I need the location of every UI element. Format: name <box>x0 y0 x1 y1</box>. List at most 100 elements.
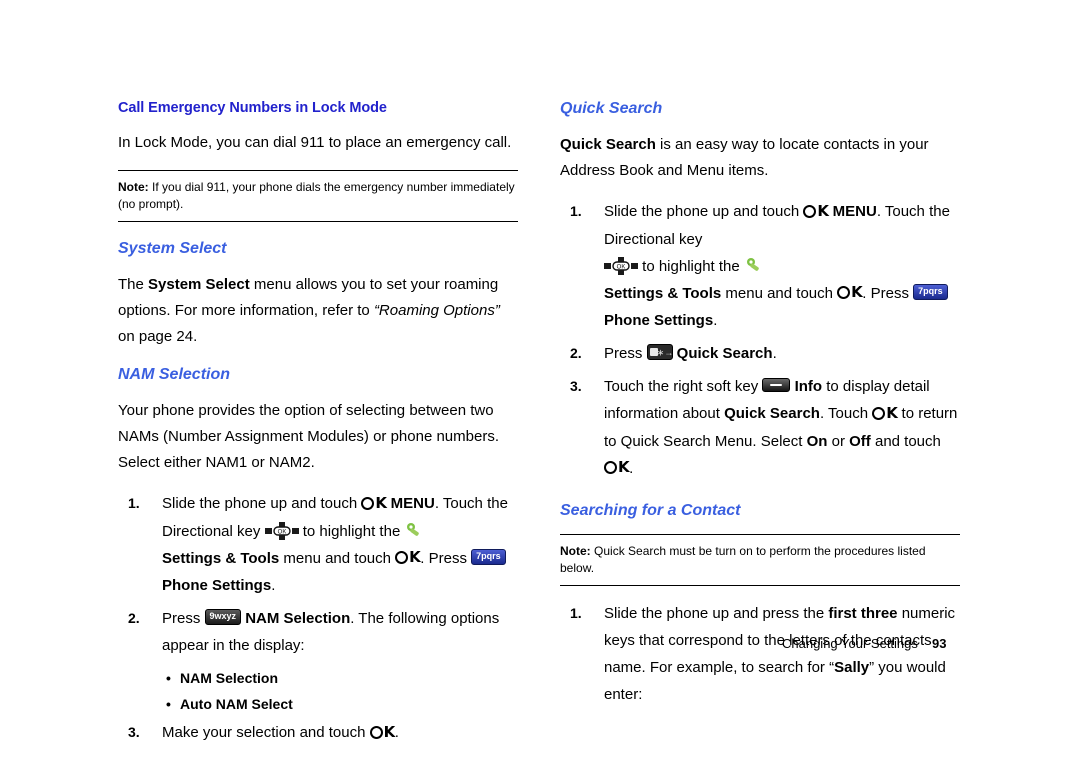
step-bold-nam: NAM Selection <box>241 610 351 628</box>
text-quick-search-bold: Quick Search <box>560 136 656 153</box>
step-item: 1. Slide the phone up and press the firs… <box>560 600 960 708</box>
step-number: 1. <box>128 495 140 511</box>
nam-options-list: NAM Selection Auto NAM Select <box>118 665 518 717</box>
directional-key-icon: OK <box>604 256 638 275</box>
divider-bottom-right <box>560 585 960 587</box>
step-bold-qs: Quick Search <box>724 405 820 423</box>
step-text-4: menu and touch <box>721 284 838 302</box>
step-text-6: . <box>271 577 276 595</box>
soft-key-icon <box>762 378 791 393</box>
paragraph-system-select: The System Select menu allows you to set… <box>118 272 518 350</box>
steps-searching-contact: 1. Slide the phone up and press the firs… <box>560 600 960 708</box>
note-text: Quick Search must be turn on to perform … <box>560 544 926 576</box>
step-text: Press <box>162 610 205 628</box>
text-a: The <box>118 276 149 293</box>
step-item: 2. Press 9wxyz NAM Selection. The follow… <box>118 605 518 659</box>
step-bold-sally: Sally <box>834 659 870 677</box>
step-text-5: or <box>827 432 850 450</box>
step-bold-menu: MENU <box>828 203 877 220</box>
list-item: Auto NAM Select <box>118 691 518 717</box>
step-bold-menu: MENU <box>386 495 435 512</box>
text-d: “Roaming Options” <box>373 302 500 319</box>
step-text-2: . <box>394 724 399 742</box>
right-column: Quick Search Quick Search is an easy way… <box>560 100 960 714</box>
steps-nam-selection-cont: 3. Make your selection and touch K. <box>118 719 518 747</box>
paragraph-quick-search: Quick Search is an easy way to locate co… <box>560 132 960 184</box>
heading-nam-selection: NAM Selection <box>118 366 231 383</box>
steps-quick-search: 1. Slide the phone up and touch K MENU . … <box>560 198 960 482</box>
ok-key-icon-2: K <box>837 279 863 306</box>
note-label: Note: <box>118 180 149 194</box>
step-text: Slide the phone up and touch <box>604 203 804 220</box>
ok-key-icon: K <box>361 490 387 517</box>
step-number: 3. <box>128 724 140 741</box>
note-label: Note: <box>560 544 591 559</box>
seven-pqrs-key-icon: 7pqrs <box>913 283 948 300</box>
step-text-6: and touch <box>870 432 941 450</box>
step-bold-on: On <box>806 432 828 450</box>
heading-system-select: System Select <box>118 240 227 257</box>
manual-page: Call Emergency Numbers in Lock Mode In L… <box>0 0 1080 771</box>
paragraph-lock-mode: In Lock Mode, you can dial 911 to place … <box>118 134 512 151</box>
ok-key-icon: K <box>803 198 829 225</box>
settings-tools-icon <box>746 257 759 271</box>
step-text-2: . <box>772 345 777 363</box>
star-key-icon: ∗→ <box>646 344 673 361</box>
step-text-5: . Press <box>420 549 472 567</box>
divider-top-right <box>560 534 960 536</box>
step-item: 2. Press ∗→ Quick Search. <box>560 340 960 367</box>
step-text-7: . <box>629 459 634 477</box>
footer-page-number: 93 <box>932 636 947 651</box>
step-bold-settings: Settings & Tools <box>604 284 722 302</box>
step-bold-settings: Settings & Tools <box>162 549 280 567</box>
heading-searching-for-a-contact: Searching for a Contact <box>560 502 741 520</box>
step-number: 2. <box>128 610 140 627</box>
step-bold-phone-settings: Phone Settings <box>604 312 714 330</box>
step-bold-info: Info <box>790 378 823 396</box>
divider-bottom <box>118 221 518 222</box>
svg-text:OK: OK <box>277 529 286 535</box>
note-text: If you dial 911, your phone dials the em… <box>118 180 515 211</box>
step-number: 3. <box>570 378 582 395</box>
step-text-3: to highlight the <box>298 522 405 540</box>
svg-text:OK: OK <box>617 264 626 270</box>
ok-key-icon-2: K <box>604 454 630 481</box>
step-text: Make your selection and touch <box>162 724 370 742</box>
svg-text:∗→: ∗→ <box>656 348 672 358</box>
text-e: on page 24. <box>118 328 198 345</box>
step-item: 1. Slide the phone up and touch K MENU . … <box>560 198 960 334</box>
step-text-4: menu and touch <box>279 549 396 567</box>
seven-pqrs-key-icon: 7pqrs <box>471 548 506 565</box>
steps-nam-selection: 1. Slide the phone up and touch K MENU . … <box>118 490 518 659</box>
footer-section-title: Changing Your Settings <box>782 636 918 651</box>
divider-top <box>118 170 518 171</box>
ok-key-icon-3: K <box>369 719 395 746</box>
step-text-5: . Press <box>862 284 914 302</box>
directional-key-icon: OK <box>264 521 299 540</box>
ok-key-icon-2: K <box>395 544 421 571</box>
step-text: Press <box>604 345 647 363</box>
step-number: 1. <box>570 605 582 622</box>
step-item: 1. Slide the phone up and touch K MENU . … <box>118 490 518 599</box>
paragraph-nam-selection: Your phone provides the option of select… <box>118 402 499 471</box>
step-number: 2. <box>570 345 582 362</box>
step-bold-phone-settings: Phone Settings <box>162 577 272 595</box>
step-text-3: to highlight the <box>638 257 744 275</box>
step-item: 3. Touch the right soft key Info to disp… <box>560 373 960 482</box>
ok-key-icon: K <box>872 400 898 427</box>
step-number: 1. <box>570 203 582 219</box>
nine-wxyz-key-icon: 9wxyz <box>204 609 242 626</box>
note-quick-search: Note: Quick Search must be turn on to pe… <box>560 543 960 577</box>
step-text: Touch the right soft key <box>604 378 763 396</box>
list-item: NAM Selection <box>118 665 518 691</box>
heading-quick-search: Quick Search <box>560 100 663 117</box>
step-text: Slide the phone up and touch <box>162 495 362 512</box>
step-text-6: . <box>713 312 718 330</box>
step-bold-quick-search: Quick Search <box>672 345 773 363</box>
text-b: System Select <box>148 276 250 293</box>
step-text: Slide the phone up and press the <box>604 605 829 623</box>
settings-tools-icon <box>407 522 420 536</box>
step-item: 3. Make your selection and touch K. <box>118 719 518 747</box>
note-emergency: Note: If you dial 911, your phone dials … <box>118 179 518 213</box>
step-bold-first-three: first three <box>828 605 898 623</box>
